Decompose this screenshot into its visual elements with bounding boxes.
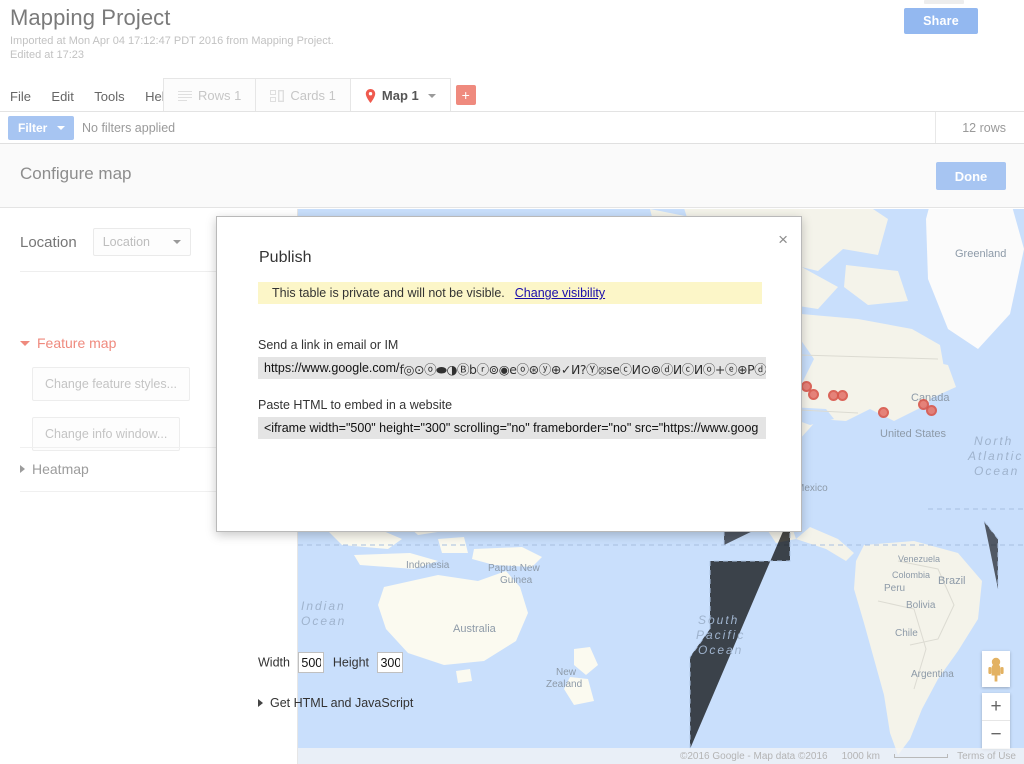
fusion-tables-app: Mapping Project Imported at Mon Apr 04 1… — [0, 0, 1024, 764]
dialog-title: Publish — [259, 249, 311, 267]
visibility-notice: This table is private and will not be vi… — [258, 282, 762, 304]
get-html-javascript-label: Get HTML and JavaScript — [270, 696, 413, 710]
dimensions-row: Width Height — [258, 652, 407, 673]
embed-html-input[interactable]: <iframe width="500" height="300" scrolli… — [258, 417, 766, 439]
close-icon[interactable]: × — [778, 231, 788, 248]
change-visibility-link[interactable]: Change visibility — [515, 286, 605, 300]
embed-html-label: Paste HTML to embed in a website — [258, 398, 452, 412]
width-label: Width — [258, 656, 290, 670]
share-link-input[interactable]: https://www.google.com/f◎⊙ⓞ⬬◑Ⓑbⓡ⊚◉eⓞ⊛ⓨ⊕✓… — [258, 357, 766, 379]
share-link-obfuscated: f◎⊙ⓞ⬬◑Ⓑbⓡ⊚◉eⓞ⊛ⓨ⊕✓ⵍ?Ⓨ⦻seⓒⵍ⊙⊚ⓓⵍⓒⵍⓞ+ⓔ⊕Pⓓ⦻Wⓡ… — [399, 359, 766, 378]
height-input[interactable] — [377, 652, 403, 673]
visibility-notice-text: This table is private and will not be vi… — [272, 286, 505, 300]
get-html-javascript-disclosure[interactable]: Get HTML and JavaScript — [258, 696, 413, 710]
publish-dialog: × Publish This table is private and will… — [216, 216, 802, 532]
triangle-right-icon — [258, 699, 263, 707]
share-link-prefix: https://www.google.com/ — [264, 361, 399, 375]
width-input[interactable] — [298, 652, 324, 673]
link-field-label: Send a link in email or IM — [258, 338, 398, 352]
height-label: Height — [333, 656, 369, 670]
